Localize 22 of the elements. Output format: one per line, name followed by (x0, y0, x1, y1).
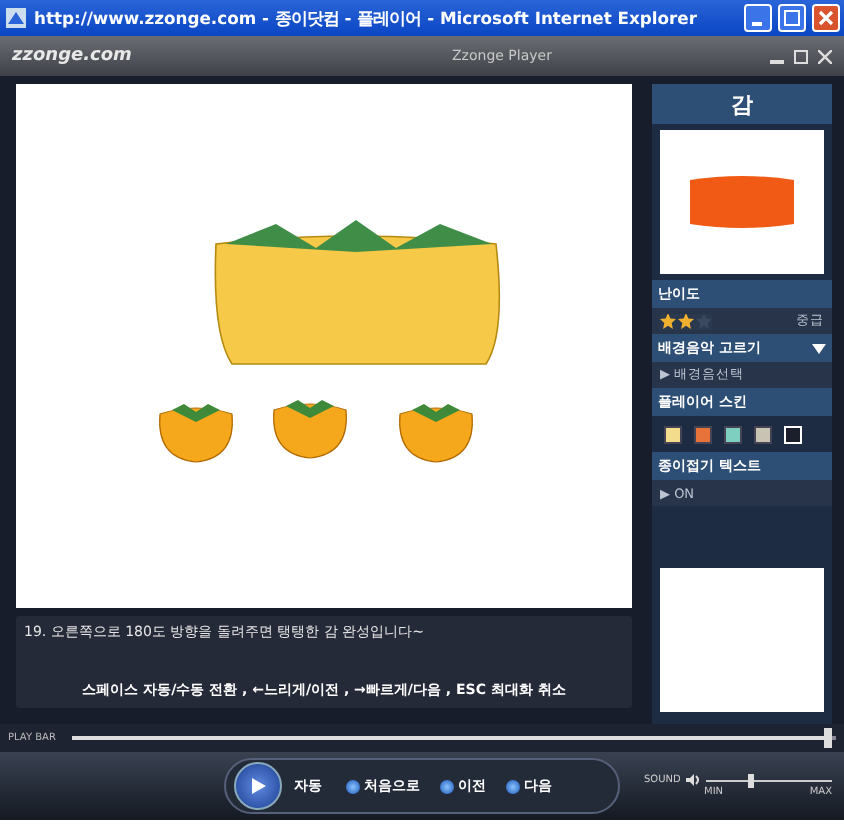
dropdown-icon[interactable] (812, 343, 826, 353)
model-title: 감 (652, 84, 832, 124)
playbar-thumb[interactable] (824, 728, 833, 748)
maximize-icon (784, 10, 800, 26)
play-button[interactable] (234, 762, 282, 810)
maximize-button[interactable] (778, 4, 806, 32)
close-icon[interactable] (818, 49, 832, 63)
close-icon (818, 10, 834, 26)
speaker-icon (686, 774, 701, 786)
window-title: http://www.zzonge.com - 종이닷컴 - 플레이어 - Microsoft Internet Explorer (34, 7, 699, 29)
skin-swatch[interactable] (664, 425, 682, 443)
close-button[interactable] (812, 4, 840, 32)
player-logo: zzonge.com (12, 46, 134, 66)
maximize-icon[interactable] (794, 49, 808, 63)
play-icon (250, 778, 266, 794)
skin-swatch[interactable] (724, 425, 742, 443)
skin-swatch[interactable] (754, 425, 772, 443)
browser-icon (4, 6, 28, 30)
minimize-button[interactable] (744, 4, 772, 32)
persimmon-thumbnail (686, 172, 798, 232)
volume-thumb[interactable] (748, 773, 755, 787)
skin-swatch[interactable] (694, 425, 712, 443)
